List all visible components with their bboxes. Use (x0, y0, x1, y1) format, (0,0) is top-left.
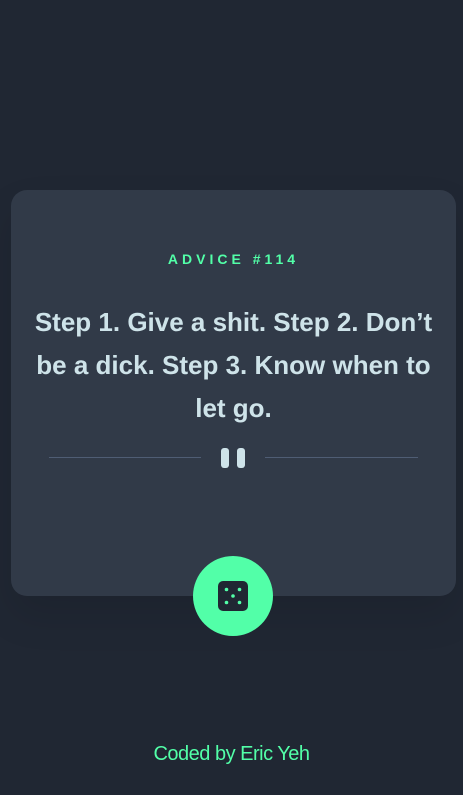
pause-icon (221, 448, 247, 468)
pause-bar-left (221, 448, 229, 468)
divider-line-left (49, 457, 201, 458)
pattern-divider (49, 447, 418, 469)
new-advice-button[interactable] (193, 556, 273, 636)
page: ADVICE #114 Step 1. Give a shit. Step 2.… (0, 0, 463, 795)
advice-text: Step 1. Give a shit. Step 2. Don’t be a … (34, 307, 433, 423)
dice-icon (218, 581, 248, 611)
divider-line-right (265, 457, 418, 458)
advice-card: ADVICE #114 Step 1. Give a shit. Step 2.… (11, 190, 456, 596)
advice-id: ADVICE #114 (167, 251, 300, 267)
footer-credit: Coded by Eric Yeh (153, 743, 310, 765)
pause-bar-right (237, 448, 245, 468)
